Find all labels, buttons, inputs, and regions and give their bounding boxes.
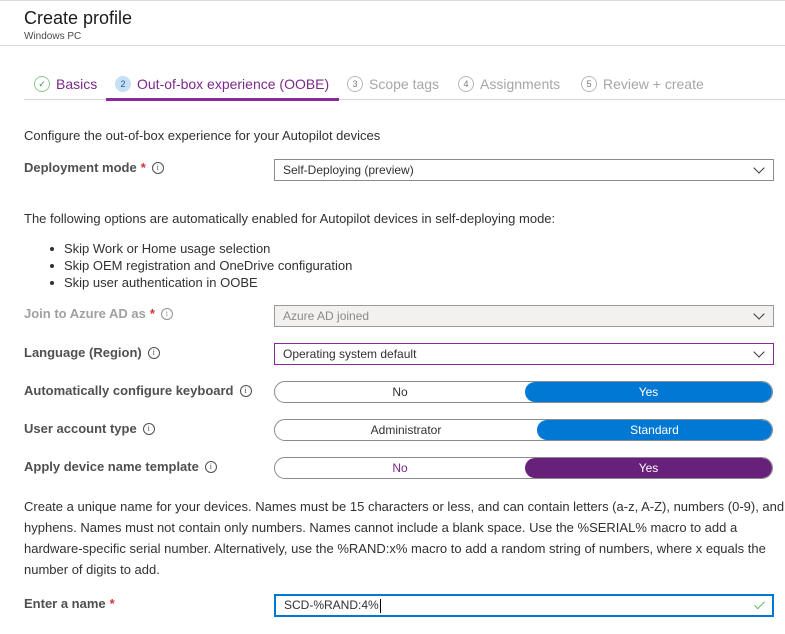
intro-text: Configure the out-of-box experience for … bbox=[24, 128, 381, 143]
chevron-down-icon bbox=[753, 308, 765, 320]
step-number: 3 bbox=[347, 76, 363, 92]
toggle-option-no[interactable]: No bbox=[275, 382, 525, 402]
chevron-down-icon bbox=[753, 162, 765, 174]
list-item: Skip Work or Home usage selection bbox=[50, 240, 352, 257]
info-icon[interactable]: i bbox=[160, 307, 173, 320]
page-title: Create profile bbox=[24, 8, 133, 28]
tab-label: Out-of-box experience (OOBE) bbox=[137, 76, 330, 92]
account-type-label: User account type i bbox=[24, 421, 155, 436]
toggle-option-administrator[interactable]: Administrator bbox=[275, 420, 537, 440]
required-asterisk: * bbox=[140, 160, 146, 175]
tab-review-create[interactable]: 5 Review + create bbox=[581, 74, 704, 100]
info-icon[interactable]: i bbox=[151, 161, 164, 174]
auto-enabled-list: Skip Work or Home usage selection Skip O… bbox=[50, 240, 352, 291]
step-number: 2 bbox=[115, 76, 131, 92]
name-template-toggle[interactable]: No Yes bbox=[274, 457, 773, 479]
tab-oobe[interactable]: 2 Out-of-box experience (OOBE) bbox=[105, 74, 340, 101]
list-item: Skip user authentication in OOBE bbox=[50, 274, 352, 291]
required-asterisk: * bbox=[109, 596, 115, 611]
tab-basics[interactable]: ✓ Basics bbox=[34, 74, 97, 100]
toggle-option-yes[interactable]: Yes bbox=[525, 382, 772, 402]
info-icon[interactable]: i bbox=[147, 346, 160, 359]
deployment-mode-dropdown[interactable]: Self-Deploying (preview) bbox=[274, 159, 774, 181]
page-header: Create profile Windows PC bbox=[24, 7, 132, 42]
text-caret bbox=[379, 598, 381, 613]
wizard-tabs: ✓ Basics 2 Out-of-box experience (OOBE) … bbox=[24, 74, 785, 101]
keyboard-label: Automatically configure keyboard i bbox=[24, 383, 252, 398]
toggle-option-yes[interactable]: Yes bbox=[525, 458, 772, 478]
tab-assignments[interactable]: 4 Assignments bbox=[458, 74, 560, 100]
name-help-text: Create a unique name for your devices. N… bbox=[24, 499, 785, 577]
device-name-input[interactable]: SCD-%RAND:4% bbox=[274, 594, 774, 617]
chevron-down-icon bbox=[753, 346, 765, 358]
account-type-toggle[interactable]: Administrator Standard bbox=[274, 419, 773, 441]
join-azure-label: Join to Azure AD as * i bbox=[24, 306, 173, 321]
dropdown-value: Self-Deploying (preview) bbox=[283, 163, 414, 177]
dropdown-value: Operating system default bbox=[283, 347, 417, 361]
deployment-mode-label: Deployment mode * i bbox=[24, 160, 164, 175]
required-asterisk: * bbox=[149, 306, 155, 321]
language-dropdown[interactable]: Operating system default bbox=[274, 343, 774, 365]
info-icon[interactable]: i bbox=[204, 460, 217, 473]
top-border bbox=[0, 0, 785, 1]
enter-name-label: Enter a name * bbox=[24, 596, 115, 611]
valid-check-icon bbox=[754, 598, 765, 609]
page-subtitle: Windows PC bbox=[24, 31, 82, 42]
header-divider bbox=[0, 45, 785, 46]
auto-enabled-text: The following options are automatically … bbox=[24, 211, 556, 226]
toggle-option-standard[interactable]: Standard bbox=[537, 420, 772, 440]
info-icon[interactable]: i bbox=[239, 384, 252, 397]
keyboard-toggle[interactable]: No Yes bbox=[274, 381, 773, 403]
check-icon: ✓ bbox=[34, 76, 50, 92]
list-item: Skip OEM registration and OneDrive confi… bbox=[50, 257, 352, 274]
name-template-label: Apply device name template i bbox=[24, 459, 217, 474]
info-icon[interactable]: i bbox=[142, 422, 155, 435]
step-number: 4 bbox=[458, 76, 474, 92]
tab-label: Basics bbox=[56, 76, 98, 92]
step-number: 5 bbox=[581, 76, 597, 92]
tab-label: Review + create bbox=[603, 76, 704, 92]
dropdown-value: Azure AD joined bbox=[283, 309, 370, 323]
input-value: SCD-%RAND:4% bbox=[284, 598, 379, 613]
tab-label: Assignments bbox=[480, 76, 561, 92]
tab-label: Scope tags bbox=[369, 76, 440, 92]
tab-scope-tags[interactable]: 3 Scope tags bbox=[347, 74, 439, 100]
join-azure-dropdown: Azure AD joined bbox=[274, 305, 774, 327]
toggle-option-no[interactable]: No bbox=[275, 458, 525, 478]
language-label: Language (Region) i bbox=[24, 345, 160, 360]
